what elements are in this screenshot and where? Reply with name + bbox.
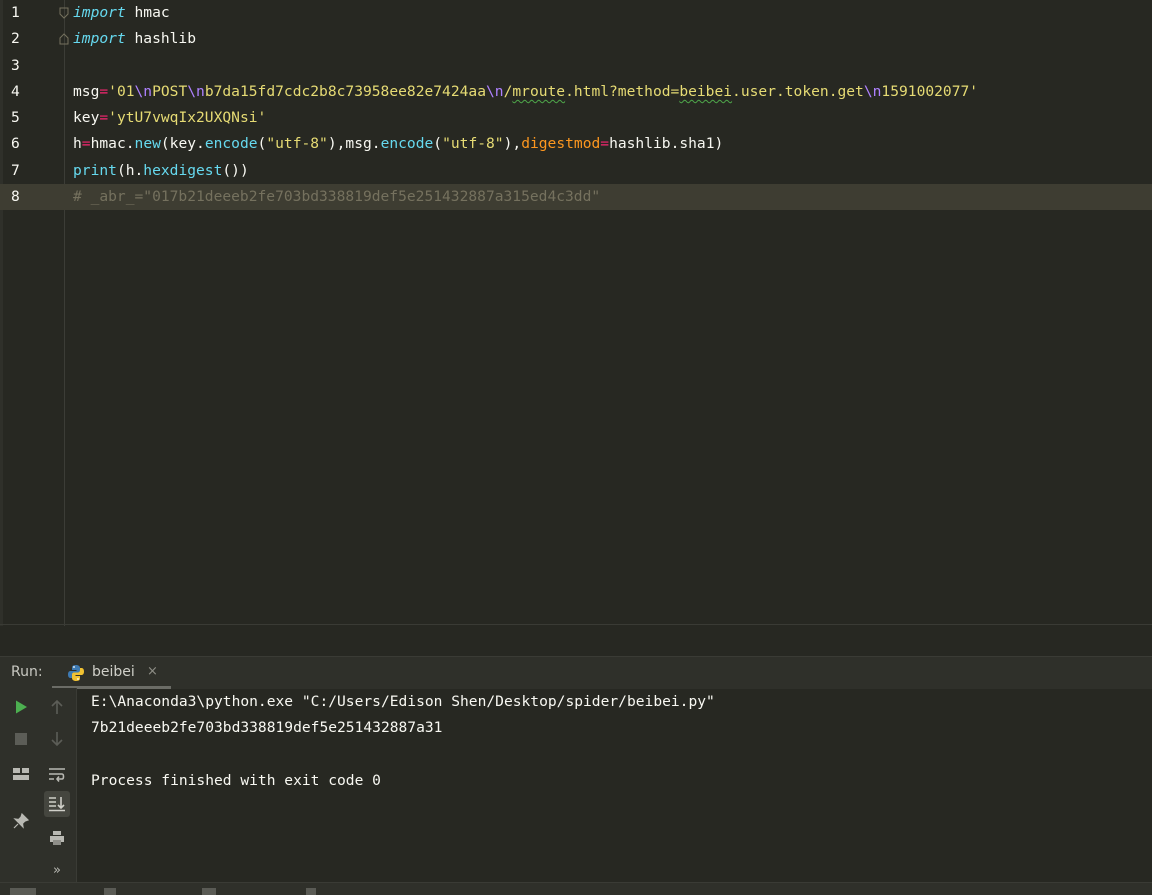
key-assignment: key='ytU7vwqIx2UXQNsi'	[73, 109, 267, 126]
scroll-to-end-button[interactable]	[44, 791, 70, 817]
rerun-button[interactable]	[8, 694, 34, 720]
run-tool-window: Run: beibei × » E:\Anaconda3\python.exe …	[0, 656, 1152, 894]
line-number: 2	[11, 30, 20, 47]
layout-icon	[13, 768, 29, 780]
module-name: hmac	[125, 4, 170, 21]
console-output[interactable]: E:\Anaconda3\python.exe "C:/Users/Edison…	[91, 688, 1141, 868]
run-tab-beibei[interactable]: beibei ×	[52, 657, 171, 689]
line-number: 7	[11, 162, 20, 179]
code-line-7[interactable]: 7 print(h.hexdigest())	[0, 158, 1152, 184]
code-editor[interactable]: 1 import hmac 2 import hashlib 3 4 msg='…	[0, 0, 1152, 626]
console-line: Process finished with exit code 0	[91, 772, 381, 789]
comment: # _abr_="017b21deeeb2fe703bd338819def5e2…	[73, 188, 601, 205]
fold-marker-icon[interactable]	[59, 33, 69, 45]
run-title: Run:	[11, 664, 43, 680]
pin-icon	[13, 813, 29, 829]
python-file-icon	[68, 665, 84, 681]
arrow-down-icon	[51, 732, 63, 747]
soft-wrap-button[interactable]	[44, 761, 70, 787]
restore-layout-button[interactable]	[8, 761, 34, 787]
keyword-import: import	[73, 30, 126, 47]
editor-separator	[0, 624, 1152, 625]
scroll-to-end-icon	[49, 797, 65, 812]
code-line-8[interactable]: 8 # _abr_="017b21deeeb2fe703bd338819def5…	[0, 184, 1152, 210]
down-stack-trace-button[interactable]	[44, 726, 70, 752]
hmac-call: h=hmac.new(key.encode("utf-8"),msg.encod…	[73, 135, 724, 152]
code-line-1[interactable]: 1 import hmac	[0, 0, 1152, 26]
module-name: hashlib	[125, 30, 197, 47]
console-line: 7b21deeeb2fe703bd338819def5e251432887a31	[91, 719, 443, 736]
code-line-6[interactable]: 6 h=hmac.new(key.encode("utf-8"),msg.enc…	[0, 131, 1152, 157]
stop-button[interactable]	[8, 726, 34, 752]
arrow-up-icon	[51, 699, 63, 714]
code-line-3[interactable]: 3	[0, 53, 1152, 79]
keyword-import: import	[73, 4, 126, 21]
stop-icon	[15, 733, 27, 745]
code-line-2[interactable]: 2 import hashlib	[0, 26, 1152, 52]
line-number: 3	[11, 57, 20, 74]
line-number: 4	[11, 83, 20, 100]
print-icon	[50, 831, 64, 845]
line-number: 8	[11, 188, 20, 205]
run-header: Run: beibei ×	[0, 656, 1152, 689]
msg-assignment: msg='01\nPOST\nb7da15fd7cdc2b8c73958ee82…	[73, 83, 979, 100]
code-line-5[interactable]: 5 key='ytU7vwqIx2UXQNsi'	[0, 105, 1152, 131]
console-line: E:\Anaconda3\python.exe "C:/Users/Edison…	[91, 693, 715, 710]
print-call: print(h.hexdigest())	[73, 162, 249, 179]
soft-wrap-icon	[49, 768, 65, 782]
fold-marker-icon[interactable]	[59, 7, 69, 19]
more-icon[interactable]: »	[44, 857, 70, 883]
status-strip	[0, 882, 1152, 895]
line-number: 6	[11, 135, 20, 152]
run-icon	[16, 700, 27, 714]
code-line-4[interactable]: 4 msg='01\nPOST\nb7da15fd7cdc2b8c73958ee…	[0, 79, 1152, 105]
run-tab-label: beibei	[92, 664, 135, 680]
line-number: 1	[11, 4, 20, 21]
up-stack-trace-button[interactable]	[44, 694, 70, 720]
pin-tab-button[interactable]	[8, 808, 34, 834]
close-icon[interactable]: ×	[147, 664, 158, 679]
run-toolbar: »	[0, 688, 77, 894]
line-number: 5	[11, 109, 20, 126]
print-button[interactable]	[44, 825, 70, 851]
